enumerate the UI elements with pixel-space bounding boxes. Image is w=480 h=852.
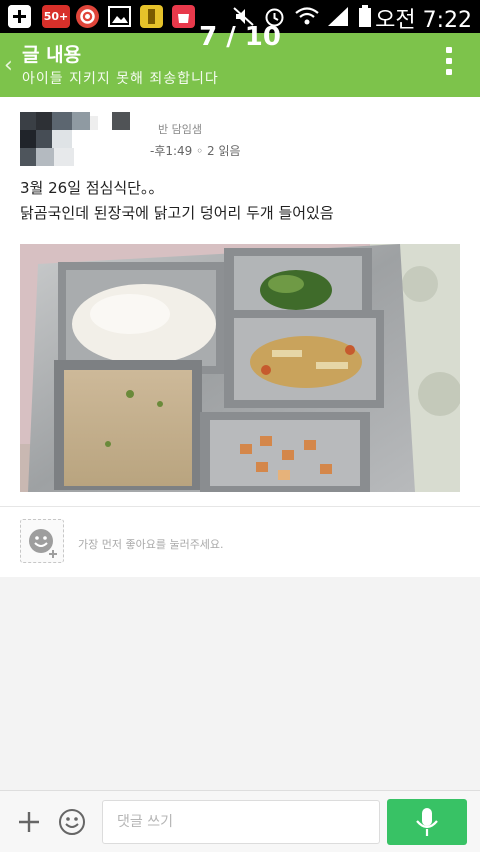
microphone-icon [416,808,438,836]
comment-input[interactable] [102,800,380,844]
more-vertical-icon[interactable] [446,47,452,81]
post-line-2: 닭곰국인데 된장국에 닭고기 덩어리 두개 들어있음 [20,204,334,222]
group-name: 아이들 지키지 못해 죄송합니다 [22,71,219,87]
voice-input-button[interactable] [387,799,467,845]
avatar[interactable] [20,112,132,166]
like-button[interactable] [20,519,64,563]
comment-bar [0,790,480,852]
author-name: 반 담임샘 [158,123,202,136]
post-line-1: 3월 26일 점심식단。。 [20,179,164,197]
like-prompt: 가장 먼저 좋아요를 눌러주세요. [78,538,224,551]
comments-area [0,577,480,790]
photo-counter: 7 / 10 [199,22,281,52]
like-section: 가장 먼저 좋아요를 눌러주세요. [0,507,480,577]
like-face-icon [29,529,57,558]
post-body: 3월 26일 점심식단。。 닭곰국인데 된장국에 닭고기 덩어리 두개 들어있음 [20,176,465,226]
plus-icon[interactable] [16,809,42,835]
smiley-icon[interactable] [58,808,86,836]
post-photo[interactable] [20,244,462,492]
post-meta: -후1:49 ◦ 2 읽음 [150,144,241,158]
back-arrow-icon[interactable]: ‹ [4,53,13,78]
